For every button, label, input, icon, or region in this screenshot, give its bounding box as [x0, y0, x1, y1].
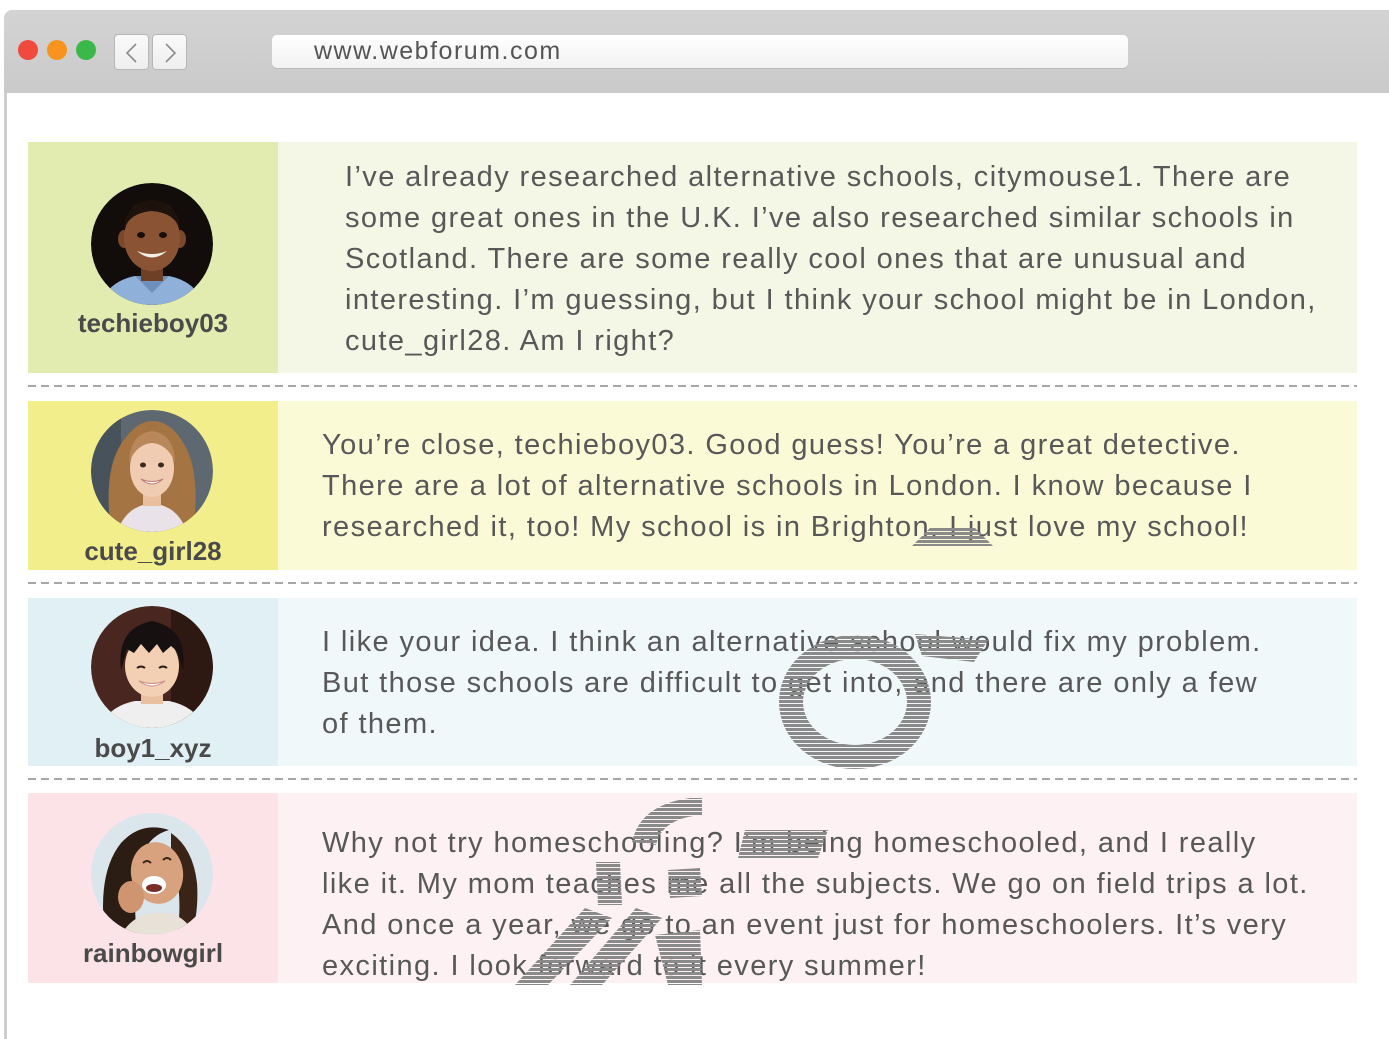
post-text-line: Scotland. There are some really cool one… [345, 243, 1247, 275]
post-text-line: I like your idea. I think an alternative… [322, 626, 1262, 658]
username[interactable]: boy1_xyz [28, 733, 278, 763]
post-text-line: some great ones in the U.K. I’ve also re… [345, 202, 1295, 234]
window-border [4, 93, 7, 1039]
post-text-line: I’ve already researched alternative scho… [345, 161, 1292, 193]
post-body: You’re close, techieboy03. Good guess! Y… [278, 401, 1357, 570]
post-body: Why not try homeschooling? I’m being hom… [278, 793, 1357, 983]
post-text-line: researched it, too! My school is in Brig… [322, 511, 1249, 543]
address-bar[interactable]: www.webforum.com [272, 35, 1128, 68]
chevron-left-icon [125, 43, 137, 63]
post-text-line: exciting. I look forward to it every sum… [322, 950, 927, 982]
post-text: You’re close, techieboy03. Good guess! Y… [322, 425, 1253, 548]
post-divider [28, 778, 1357, 780]
url-text: www.webforum.com [314, 37, 562, 65]
post-text-line: like it. My mom teaches me all the subje… [322, 868, 1309, 900]
post-text-line: But those schools are difficult to get i… [322, 667, 1258, 699]
post-author-panel: boy1_xyz [28, 598, 278, 766]
post-body: I like your idea. I think an alternative… [278, 598, 1357, 766]
post-author-panel: techieboy03 [28, 142, 278, 373]
avatar[interactable] [91, 606, 213, 728]
post-text: I’ve already researched alternative scho… [345, 157, 1317, 362]
username[interactable]: rainbowgirl [28, 938, 278, 968]
close-dot-icon[interactable] [18, 40, 38, 60]
username[interactable]: techieboy03 [28, 308, 278, 338]
post-author-panel: rainbowgirl [28, 793, 278, 983]
forum-post: techieboy03 I’ve already researched alte… [28, 142, 1357, 373]
forum-post: rainbowgirl Why not try homeschooling? I… [28, 793, 1357, 983]
forum-post: cute_girl28 You’re close, techieboy03. G… [28, 401, 1357, 570]
boy-avatar [91, 183, 213, 305]
post-text-line: There are a lot of alternative schools i… [322, 470, 1253, 502]
forum-post: boy1_xyz I like your idea. I think an al… [28, 598, 1357, 766]
post-text-line: cute_girl28. Am I right? [345, 325, 676, 357]
post-author-panel: cute_girl28 [28, 401, 278, 570]
minimize-dot-icon[interactable] [47, 40, 67, 60]
girl-avatar [91, 410, 213, 532]
back-button[interactable] [114, 34, 149, 70]
maximize-dot-icon[interactable] [76, 40, 96, 60]
forum-thread: techieboy03 I’ve already researched alte… [7, 93, 1389, 1039]
boy-avatar [91, 606, 213, 728]
post-text-line: interesting. I’m guessing, but I think y… [345, 284, 1317, 316]
chevron-right-icon [165, 43, 177, 63]
post-body: I’ve already researched alternative scho… [278, 142, 1357, 373]
post-divider [28, 385, 1357, 387]
post-divider [28, 582, 1357, 584]
post-text: Why not try homeschooling? I’m being hom… [322, 823, 1309, 987]
post-text-line: of them. [322, 708, 438, 740]
username[interactable]: cute_girl28 [28, 536, 278, 566]
forward-button[interactable] [152, 34, 187, 70]
avatar[interactable] [91, 183, 213, 305]
title-bar: www.webforum.com [4, 10, 1389, 93]
avatar[interactable] [91, 813, 213, 935]
post-text-line: And once a year, we go to an event just … [322, 909, 1288, 941]
post-text-line: Why not try homeschooling? I’m being hom… [322, 827, 1257, 859]
post-text-line: You’re close, techieboy03. Good guess! Y… [322, 429, 1241, 461]
browser-window: www.webforum.com techieboy03 I’ve alread… [0, 0, 1389, 1039]
post-text: I like your idea. I think an alternative… [322, 622, 1262, 745]
girl-avatar [91, 813, 213, 935]
avatar[interactable] [91, 410, 213, 532]
